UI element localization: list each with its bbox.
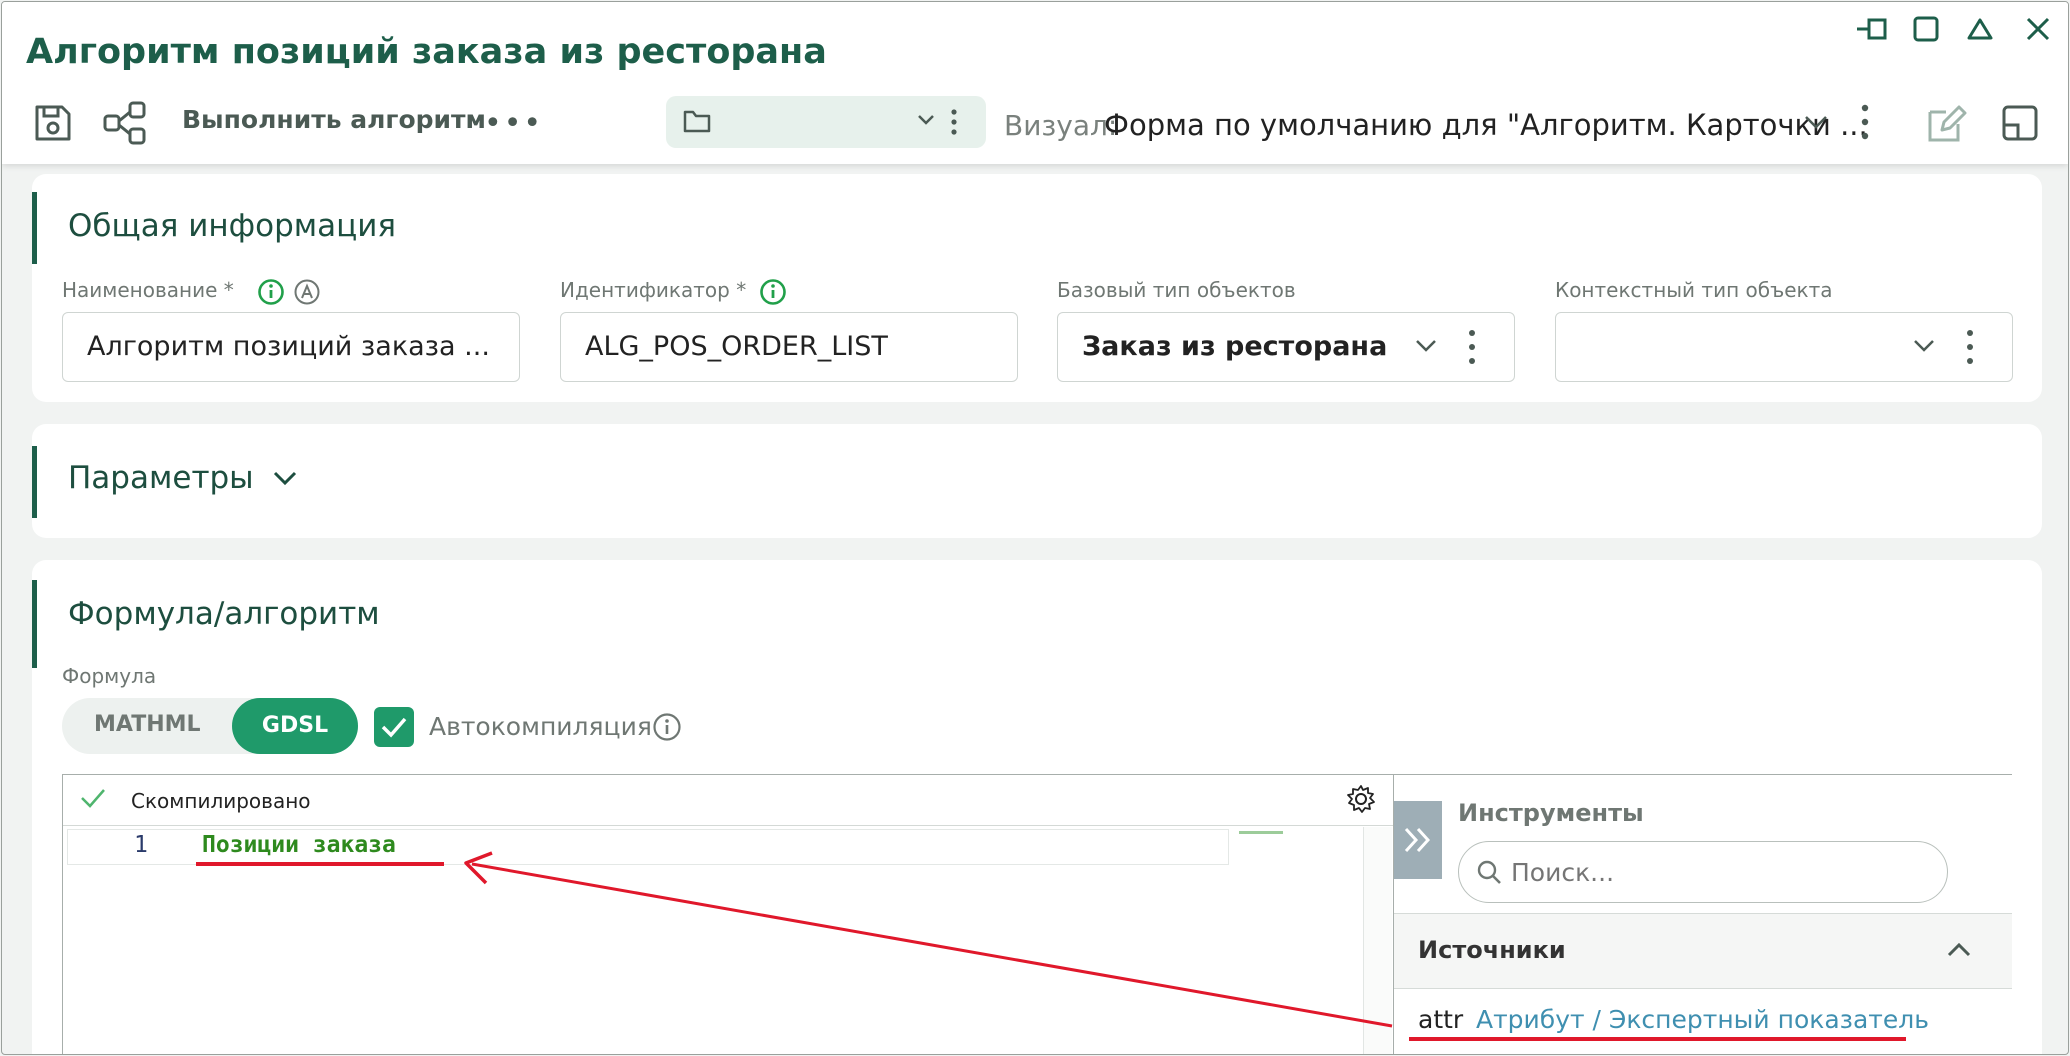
share-graph-icon[interactable] (102, 100, 148, 146)
search-icon (1475, 858, 1503, 890)
layout-icon[interactable] (1997, 100, 2043, 146)
auto-translate-icon[interactable] (293, 278, 321, 310)
identifier-label: Идентификатор * (560, 278, 747, 302)
base-type-select[interactable]: Заказ из ресторана (1057, 312, 1515, 382)
chevron-down-icon[interactable] (916, 112, 936, 132)
chevron-down-icon[interactable] (272, 468, 298, 492)
section-title: Общая информация (68, 208, 397, 244)
source-text: Атрибут / Экспертный показатель (1476, 1005, 1929, 1034)
folder-icon (682, 108, 712, 138)
section-title[interactable]: Параметры (68, 460, 254, 496)
tools-panel: Инструменты Источники attr Атрибут / Экс… (1393, 775, 2012, 1054)
close-icon[interactable] (2021, 12, 2055, 46)
code-editor[interactable]: Скомпилировано 1 Позиции заказа Инструме… (62, 774, 2012, 1054)
section-accent-bar (32, 446, 37, 518)
source-code: attr (1418, 1005, 1464, 1034)
visual-kebab-icon[interactable] (1861, 103, 1869, 145)
mode-mathml-button[interactable]: MATHML (94, 712, 201, 737)
sources-title: Источники (1418, 936, 1566, 964)
run-algorithm-button[interactable]: Выполнить алгоритм (182, 105, 486, 134)
name-input[interactable]: Алгоритм позиций заказа ... (62, 312, 520, 382)
identifier-input[interactable]: ALG_POS_ORDER_LIST (560, 312, 1018, 382)
chevron-down-icon[interactable] (1414, 337, 1438, 359)
identifier-input-value: ALG_POS_ORDER_LIST (585, 331, 888, 362)
collapse-icon[interactable] (1963, 12, 1997, 46)
mode-gdsl-button[interactable]: GDSL (232, 698, 358, 754)
kebab-icon[interactable] (950, 108, 958, 140)
formula-mode-toggle: MATHML GDSL (62, 698, 358, 754)
autocompile-checkbox[interactable] (374, 707, 414, 747)
kebab-icon[interactable] (1966, 329, 1974, 369)
info-icon[interactable] (759, 278, 787, 310)
minimap-line (1239, 831, 1283, 834)
compile-status: Скомпилировано (131, 789, 311, 813)
tools-search-input[interactable] (1509, 854, 1933, 890)
more-button[interactable]: ••• (484, 106, 543, 141)
visual-label: Визуал: (1004, 109, 1118, 142)
context-type-select[interactable] (1555, 312, 2013, 382)
visual-chevron-down-icon[interactable] (1803, 112, 1829, 136)
app-window: Алгоритм позиций заказа из ресторана Вып… (1, 1, 2069, 1055)
autocompile-label: Автокомпиляция (429, 712, 652, 741)
formula-label: Формула (62, 664, 157, 688)
editor-scrollbar[interactable] (1363, 827, 1392, 1054)
section-title: Формула/алгоритм (68, 596, 380, 632)
code-line[interactable]: 1 Позиции заказа (67, 829, 1229, 865)
code-text: Позиции заказа (202, 832, 396, 858)
section-accent-bar (32, 192, 37, 264)
info-icon[interactable] (652, 712, 682, 746)
parameters-card[interactable]: Параметры (32, 424, 2042, 538)
collapse-tools-button[interactable] (1394, 801, 1442, 879)
info-icon[interactable] (257, 278, 285, 310)
edit-icon[interactable] (1924, 100, 1970, 146)
sources-header[interactable]: Источники (1394, 913, 2012, 989)
chevron-up-icon[interactable] (1946, 940, 1972, 964)
tools-title: Инструменты (1458, 799, 1644, 827)
base-type-label: Базовый тип объектов (1057, 278, 1296, 302)
visual-select[interactable]: Форма по умолчанию для "Алгоритм. Карточ… (1104, 108, 1868, 142)
kebab-icon[interactable] (1468, 329, 1476, 369)
pin-icon[interactable] (1855, 12, 1889, 46)
folder-select[interactable] (666, 96, 986, 148)
chevron-down-icon[interactable] (1912, 337, 1936, 359)
base-type-value: Заказ из ресторана (1082, 331, 1388, 362)
section-accent-bar (32, 580, 37, 668)
settings-gear-icon[interactable] (1345, 783, 1377, 819)
editor-status-bar: Скомпилировано (63, 775, 1393, 826)
tools-search[interactable] (1458, 841, 1948, 903)
line-number: 1 (134, 832, 148, 858)
name-label: Наименование * (62, 278, 234, 302)
source-item[interactable]: attr Атрибут / Экспертный показатель (1394, 989, 2012, 1049)
save-icon[interactable] (30, 100, 76, 146)
name-input-value: Алгоритм позиций заказа ... (87, 331, 490, 362)
window-title: Алгоритм позиций заказа из ресторана (26, 32, 827, 72)
context-type-label: Контекстный тип объекта (1555, 278, 1833, 302)
maximize-icon[interactable] (1909, 12, 1943, 46)
header: Алгоритм позиций заказа из ресторана Вып… (2, 2, 2068, 164)
check-icon (79, 785, 107, 815)
